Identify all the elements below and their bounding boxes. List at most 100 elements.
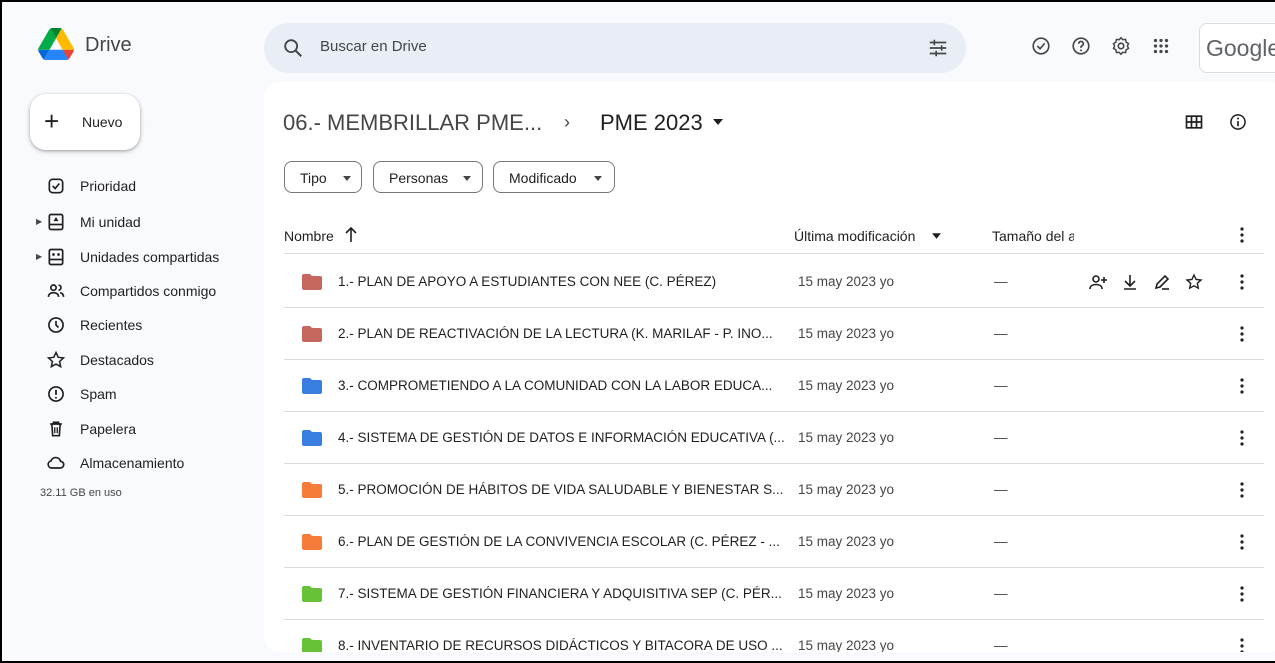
more-options-icon[interactable] — [1234, 533, 1250, 551]
modified-date: 15 may 2023 yo — [798, 430, 895, 445]
table-row[interactable]: 3.- COMPROMETIENDO A LA COMUNIDAD CON LA… — [284, 360, 1264, 412]
sidebar-item-label: Unidades compartidas — [80, 249, 220, 265]
folder-icon — [302, 586, 322, 602]
file-size: — — [994, 482, 1008, 497]
top-bar: Drive Buscar en Drive Google — [2, 2, 1275, 82]
sidebar-item-label: Papelera — [80, 421, 137, 437]
google-account-button[interactable]: Google — [1199, 23, 1275, 73]
sidebar-item-trash[interactable]: Papelera — [2, 413, 252, 445]
search-input[interactable]: Buscar en Drive — [320, 38, 427, 55]
file-name[interactable]: 3.- COMPROMETIENDO A LA COMUNIDAD CON LA… — [338, 378, 788, 393]
file-name[interactable]: 4.- SISTEMA DE GESTIÓN DE DATOS E INFORM… — [338, 430, 788, 445]
breadcrumb-current-folder[interactable]: PME 2023 — [600, 110, 703, 136]
new-button[interactable]: + Nuevo — [30, 94, 140, 150]
chevron-down-icon — [463, 176, 471, 181]
sidebar-item-storage[interactable]: Almacenamiento — [2, 447, 252, 479]
settings-gear-icon[interactable] — [1110, 35, 1132, 57]
folder-icon — [302, 274, 322, 290]
chevron-down-icon — [343, 176, 351, 181]
column-header-name[interactable]: Nombre — [284, 228, 334, 244]
priority-icon — [48, 178, 64, 194]
file-name[interactable]: 2.- PLAN DE REACTIVACIÓN DE LA LECTURA (… — [338, 326, 788, 341]
folder-icon — [302, 482, 322, 498]
file-name[interactable]: 8.- INVENTARIO DE RECURSOS DIDÁCTICOS Y … — [338, 638, 788, 652]
filter-people-chip[interactable]: Personas — [373, 161, 483, 193]
sort-caret-icon[interactable] — [932, 233, 941, 239]
sidebar-item-recent[interactable]: Recientes — [2, 309, 252, 341]
folder-icon — [302, 534, 322, 550]
column-header-modified[interactable]: Última modificación — [794, 228, 915, 244]
sidebar-item-label: Destacados — [80, 352, 154, 368]
table-row[interactable]: 2.- PLAN DE REACTIVACIÓN DE LA LECTURA (… — [284, 308, 1264, 360]
table-row[interactable]: 5.- PROMOCIÓN DE HÁBITOS DE VIDA SALUDAB… — [284, 464, 1264, 516]
file-size: — — [994, 326, 1008, 341]
star-outline-icon[interactable] — [1185, 273, 1203, 291]
filter-chip-label: Modificado — [509, 170, 577, 186]
more-options-icon[interactable] — [1234, 429, 1250, 447]
table-row[interactable]: 7.- SISTEMA DE GESTIÓN FINANCIERA Y ADQU… — [284, 568, 1264, 620]
sidebar-item-shared-with-me[interactable]: Compartidos conmigo — [2, 275, 252, 307]
download-icon[interactable] — [1121, 273, 1139, 291]
search-options-icon[interactable] — [927, 37, 949, 59]
folder-menu-caret-icon[interactable] — [713, 119, 723, 125]
file-table-header: Nombre Última modificación Tamaño del a — [284, 214, 1264, 254]
more-options-icon[interactable] — [1234, 377, 1250, 395]
modified-date: 15 may 2023 yo — [798, 274, 895, 289]
file-name[interactable]: 6.- PLAN DE GESTIÓN DE LA CONVIVENCIA ES… — [338, 534, 788, 549]
app-name: Drive — [85, 34, 132, 56]
more-options-icon[interactable] — [1234, 273, 1250, 291]
people-icon — [47, 284, 65, 297]
expand-caret-icon[interactable]: ▶ — [36, 252, 42, 261]
more-options-icon[interactable] — [1234, 585, 1250, 603]
star-icon — [46, 350, 66, 369]
sidebar-item-spam[interactable]: Spam — [2, 378, 252, 410]
file-name[interactable]: 7.- SISTEMA DE GESTIÓN FINANCIERA Y ADQU… — [338, 586, 788, 601]
share-person-icon[interactable] — [1089, 273, 1107, 291]
table-row[interactable]: 8.- INVENTARIO DE RECURSOS DIDÁCTICOS Y … — [284, 620, 1264, 652]
filter-modified-chip[interactable]: Modificado — [493, 161, 615, 193]
more-options-icon[interactable] — [1234, 637, 1250, 652]
sidebar-item-starred[interactable]: Destacados — [2, 344, 252, 376]
help-icon[interactable] — [1070, 35, 1092, 57]
info-icon[interactable] — [1228, 112, 1248, 132]
modified-date: 15 may 2023 yo — [798, 482, 895, 497]
sort-ascending-arrow-icon[interactable] — [344, 227, 358, 243]
storage-usage-text: 32.11 GB en uso — [40, 487, 122, 499]
apps-grid-icon[interactable] — [1150, 35, 1172, 57]
sidebar-item-priority[interactable]: Prioridad — [2, 170, 252, 202]
sidebar-item-shared-drives[interactable]: ▶ Unidades compartidas — [2, 241, 252, 273]
sidebar-item-label: Recientes — [80, 317, 143, 333]
filter-type-chip[interactable]: Tipo — [284, 161, 362, 193]
table-row[interactable]: 4.- SISTEMA DE GESTIÓN DE DATOS E INFORM… — [284, 412, 1264, 464]
table-row[interactable]: 1.- PLAN DE APOYO A ESTUDIANTES CON NEE … — [284, 256, 1264, 308]
modified-date: 15 may 2023 yo — [798, 326, 895, 341]
table-row[interactable]: 6.- PLAN DE GESTIÓN DE LA CONVIVENCIA ES… — [284, 516, 1264, 568]
file-name[interactable]: 1.- PLAN DE APOYO A ESTUDIANTES CON NEE … — [338, 274, 788, 289]
my-drive-icon — [48, 213, 64, 231]
file-name[interactable]: 5.- PROMOCIÓN DE HÁBITOS DE VIDA SALUDAB… — [338, 482, 788, 497]
breadcrumb-parent[interactable]: 06.- MEMBRILLAR PME... — [283, 110, 542, 136]
more-options-icon[interactable] — [1234, 226, 1250, 244]
expand-caret-icon[interactable]: ▶ — [36, 217, 42, 226]
spam-icon — [48, 386, 64, 402]
search-bar[interactable]: Buscar en Drive — [264, 23, 966, 73]
file-size: — — [994, 586, 1008, 601]
modified-date: 15 may 2023 yo — [798, 534, 895, 549]
grid-view-icon[interactable] — [1184, 112, 1204, 132]
column-header-size[interactable]: Tamaño del a — [992, 228, 1074, 244]
main-content-panel: 06.- MEMBRILLAR PME... › PME 2023 Tipo P… — [264, 82, 1275, 652]
modified-date: 15 may 2023 yo — [798, 638, 895, 652]
offline-status-icon[interactable] — [1030, 35, 1052, 57]
sidebar-item-my-drive[interactable]: ▶ Mi unidad — [2, 206, 252, 238]
drive-logo-icon[interactable] — [38, 28, 74, 60]
plus-icon: + — [44, 106, 60, 136]
new-button-label: Nuevo — [82, 114, 123, 130]
search-icon[interactable] — [282, 37, 304, 59]
modified-date: 15 may 2023 yo — [798, 378, 895, 393]
more-options-icon[interactable] — [1234, 481, 1250, 499]
file-size: — — [994, 274, 1008, 289]
sidebar-item-label: Spam — [80, 386, 117, 402]
more-options-icon[interactable] — [1234, 325, 1250, 343]
cloud-icon — [47, 456, 65, 469]
rename-pencil-icon[interactable] — [1153, 273, 1171, 291]
